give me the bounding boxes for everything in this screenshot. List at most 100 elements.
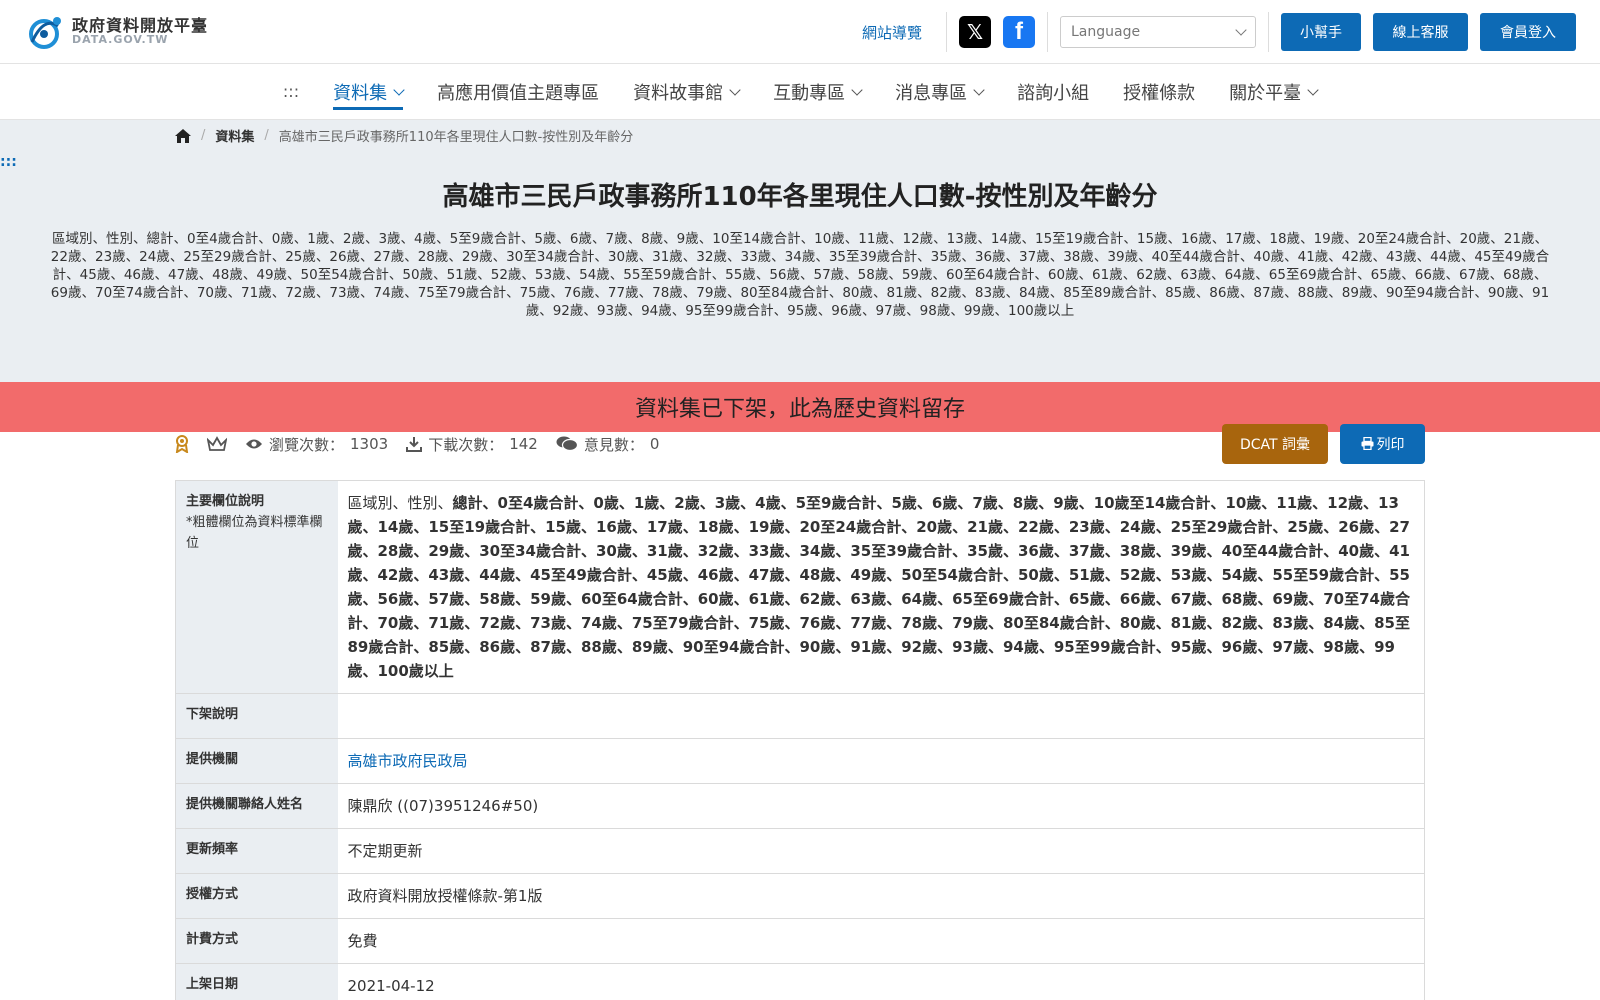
nav-item-license[interactable]: 授權條款 xyxy=(1106,64,1212,120)
fee-label: 計費方式 xyxy=(175,918,338,964)
divider xyxy=(946,12,947,52)
divider xyxy=(1047,12,1048,52)
agency-label: 提供機關 xyxy=(175,738,338,784)
views-label: 瀏覽次數： xyxy=(269,435,345,454)
views-count: 1303 xyxy=(350,435,389,453)
chevron-down-icon xyxy=(729,83,741,96)
nav-item-label: 互動專區 xyxy=(773,82,846,104)
fee-value: 免費 xyxy=(337,918,1425,964)
nav-item-news[interactable]: 消息專區 xyxy=(878,64,1000,120)
comments-label: 意見數： xyxy=(583,435,644,454)
table-row: 計費方式 免費 xyxy=(175,918,1425,964)
table-header-cell: 主要欄位說明 *粗體欄位為資料標準欄位 xyxy=(175,480,338,694)
nav-item-interactive[interactable]: 互動專區 xyxy=(756,64,878,120)
contact-value: 陳鼎欣 ((07)3951246#50) xyxy=(337,783,1425,829)
chevron-down-icon xyxy=(1235,24,1247,36)
sitemap-link[interactable]: 網站導覽 xyxy=(862,22,922,43)
table-row: 提供機關 高雄市政府民政局 xyxy=(175,738,1425,784)
nav-item-advisory[interactable]: 諮詢小組 xyxy=(1000,64,1106,120)
x-twitter-icon[interactable]: 𝕏 xyxy=(959,16,991,48)
eye-icon xyxy=(246,439,262,449)
breadcrumb-datasets-link[interactable]: 資料集 xyxy=(215,126,254,145)
site-header: 政府資料開放平臺 DATA.GOV.TW 網站導覽 𝕏 f Language 小… xyxy=(0,0,1600,64)
fields-note: *粗體欄位為資料標準欄位 xyxy=(186,515,323,551)
license-value: 政府資料開放授權條款-第1版 xyxy=(337,873,1425,919)
breadcrumb: / 資料集 / 高雄市三民戶政事務所110年各里現住人口數-按性別及年齡分 xyxy=(175,126,633,145)
views-stat: 瀏覽次數： 1303 xyxy=(245,434,388,455)
dataset-description: 區域別、性別、總計、0至4歲合計、0歲、1歲、2歲、3歲、4歲、5至9歲合計、5… xyxy=(50,231,1550,319)
language-select[interactable]: Language xyxy=(1060,16,1256,48)
dataset-info-table: 主要欄位說明 *粗體欄位為資料標準欄位 區域別、性別、總計、0至4歲合計、0歲、… xyxy=(175,480,1425,1000)
breadcrumb-separator: / xyxy=(201,128,206,143)
home-icon[interactable] xyxy=(175,128,191,143)
helper-button[interactable]: 小幫手 xyxy=(1281,13,1361,51)
print-button[interactable]: 列印 xyxy=(1340,424,1425,464)
table-row: 提供機關聯絡人姓名 陳鼎欣 ((07)3951246#50) xyxy=(175,783,1425,829)
chevron-down-icon xyxy=(1307,83,1319,96)
breadcrumb-separator: / xyxy=(264,128,269,143)
agency-value-cell: 高雄市政府民政局 xyxy=(337,738,1425,784)
chevron-down-icon xyxy=(973,83,985,96)
nav-accesskey[interactable]: ::: xyxy=(266,82,316,101)
published-value: 2021-04-12 xyxy=(337,963,1425,1000)
fields-bold-value: 總計、0至4歲合計、0歲、1歲、2歲、3歲、4歲、5至9歲合計、5歲、6歲、7歲… xyxy=(347,494,1411,680)
content-accesskey[interactable]: ::: xyxy=(0,154,17,170)
agency-link[interactable]: 高雄市政府民政局 xyxy=(348,752,468,770)
main-nav: ::: 資料集 高應用價值主題專區 資料故事館 互動專區 消息專區 諮詢小組 授… xyxy=(0,64,1600,120)
crown-badge xyxy=(207,436,227,452)
downloads-stat: 下載次數： 142 xyxy=(406,434,538,455)
frequency-label: 更新頻率 xyxy=(175,828,338,874)
nav-item-label: 資料故事館 xyxy=(633,82,724,104)
dataset-hero: / 資料集 / 高雄市三民戶政事務所110年各里現住人口數-按性別及年齡分 ::… xyxy=(0,120,1600,382)
contact-label: 提供機關聯絡人姓名 xyxy=(175,783,338,829)
divider xyxy=(1268,12,1269,52)
dataset-stats-bar: 瀏覽次數： 1303 下載次數： 142 意見數： 0 DCAT 詞彙 列印 xyxy=(175,424,1425,464)
facebook-icon[interactable]: f xyxy=(1003,16,1035,48)
crown-icon xyxy=(207,436,227,451)
print-button-label: 列印 xyxy=(1376,437,1405,453)
license-label: 授權方式 xyxy=(175,873,338,919)
member-login-button[interactable]: 會員登入 xyxy=(1480,13,1576,51)
chevron-down-icon xyxy=(393,83,405,96)
award-icon xyxy=(175,435,189,453)
downloads-label: 下載次數： xyxy=(428,435,504,454)
logo-chinese-text: 政府資料開放平臺 xyxy=(72,15,209,35)
fields-value: 區域別、性別、總計、0至4歲合計、0歲、1歲、2歲、3歲、4歲、5至9歲合計、5… xyxy=(337,480,1425,694)
logo-english-text: DATA.GOV.TW xyxy=(72,33,169,47)
comments-count: 0 xyxy=(649,435,660,453)
removal-label: 下架說明 xyxy=(175,693,338,739)
page-title: 高雄市三民戶政事務所110年各里現住人口數-按性別及年齡分 xyxy=(442,182,1158,212)
table-row: 授權方式 政府資料開放授權條款-第1版 xyxy=(175,873,1425,919)
comments-icon xyxy=(556,436,578,452)
downloads-count: 142 xyxy=(509,435,538,453)
fields-plain-prefix: 區域別、性別、 xyxy=(347,494,453,512)
table-row: 更新頻率 不定期更新 xyxy=(175,828,1425,874)
print-icon xyxy=(1361,436,1373,451)
logo-icon xyxy=(29,16,61,49)
nav-item-data-stories[interactable]: 資料故事館 xyxy=(616,64,756,120)
removal-value xyxy=(337,693,1425,739)
dcat-vocabulary-button[interactable]: DCAT 詞彙 xyxy=(1222,424,1328,464)
nav-item-label: 資料集 xyxy=(333,82,388,104)
nav-item-label: 諮詢小組 xyxy=(1017,82,1090,104)
nav-item-about[interactable]: 關於平臺 xyxy=(1212,64,1334,120)
online-support-button[interactable]: 線上客服 xyxy=(1373,13,1468,51)
chevron-down-icon xyxy=(851,83,863,96)
language-select-value: Language xyxy=(1071,24,1141,40)
frequency-value: 不定期更新 xyxy=(337,828,1425,874)
nav-item-label: 關於平臺 xyxy=(1229,82,1302,104)
breadcrumb-current: 高雄市三民戶政事務所110年各里現住人口數-按性別及年齡分 xyxy=(278,130,634,145)
nav-item-high-value-topics[interactable]: 高應用價值主題專區 xyxy=(420,64,616,120)
table-row: 主要欄位說明 *粗體欄位為資料標準欄位 區域別、性別、總計、0至4歲合計、0歲、… xyxy=(175,480,1425,694)
nav-item-label: 消息專區 xyxy=(895,82,968,104)
site-logo[interactable]: 政府資料開放平臺 DATA.GOV.TW xyxy=(24,12,208,52)
published-label: 上架日期 xyxy=(175,963,338,1000)
table-row: 上架日期 2021-04-12 xyxy=(175,963,1425,1000)
download-icon xyxy=(406,437,423,452)
fields-label: 主要欄位說明 xyxy=(186,494,265,509)
nav-item-label: 高應用價值主題專區 xyxy=(437,82,600,104)
nav-item-datasets[interactable]: 資料集 xyxy=(316,64,420,120)
award-badge xyxy=(175,435,189,453)
comments-stat: 意見數： 0 xyxy=(556,434,660,455)
table-row: 下架說明 xyxy=(175,693,1425,739)
